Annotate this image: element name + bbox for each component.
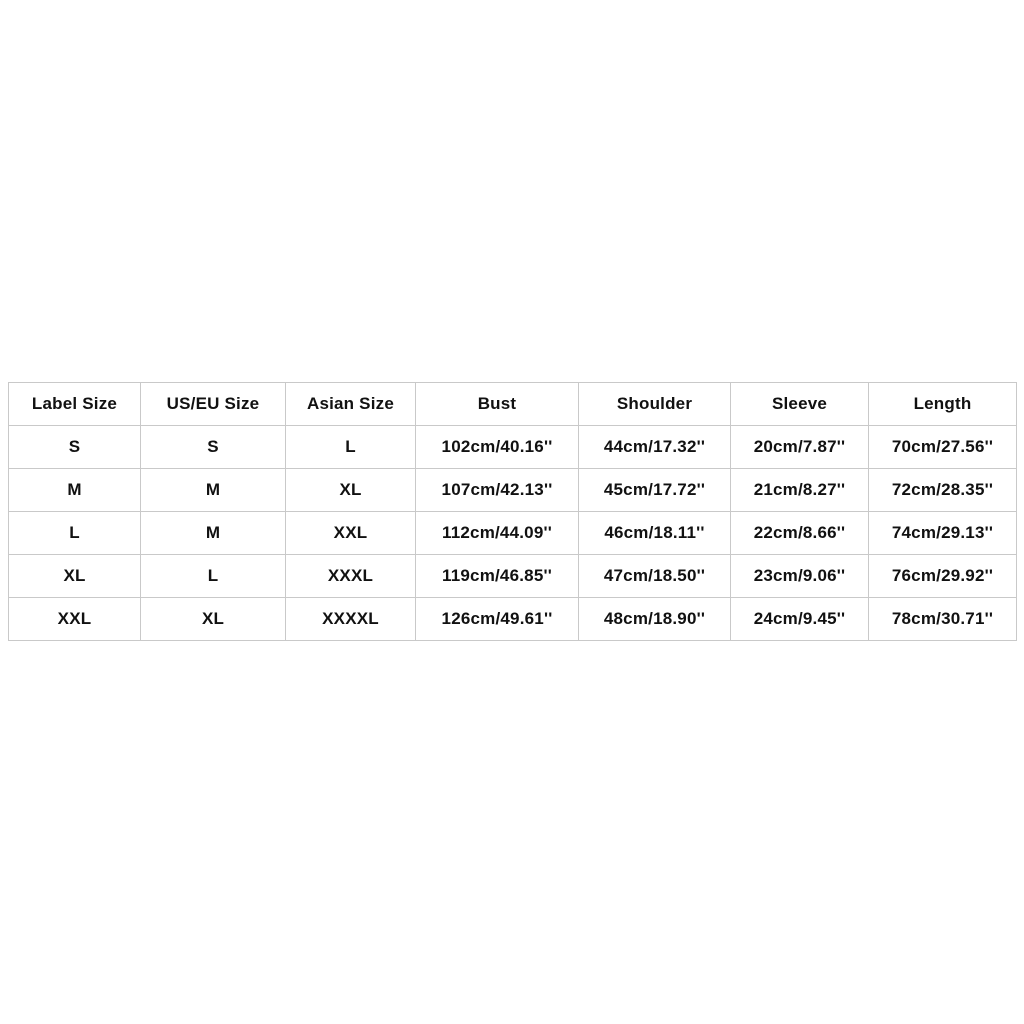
cell-us-eu-size: S (140, 425, 286, 469)
column-header-label-size: Label Size (8, 382, 141, 426)
table-row: M M XL 107cm/42.13'' 45cm/17.72'' 21cm/8… (8, 468, 1017, 512)
cell-asian-size: XXXXL (285, 597, 416, 641)
cell-sleeve: 20cm/7.87'' (730, 425, 869, 469)
cell-asian-size: XXXL (285, 554, 416, 598)
cell-length: 76cm/29.92'' (868, 554, 1017, 598)
cell-shoulder: 47cm/18.50'' (578, 554, 731, 598)
cell-length: 78cm/30.71'' (868, 597, 1017, 641)
column-header-asian-size: Asian Size (285, 382, 416, 426)
cell-asian-size: L (285, 425, 416, 469)
cell-length: 70cm/27.56'' (868, 425, 1017, 469)
cell-us-eu-size: L (140, 554, 286, 598)
cell-bust: 119cm/46.85'' (415, 554, 579, 598)
column-header-us-eu-size: US/EU Size (140, 382, 286, 426)
cell-shoulder: 44cm/17.32'' (578, 425, 731, 469)
cell-label-size: L (8, 511, 141, 555)
cell-sleeve: 23cm/9.06'' (730, 554, 869, 598)
table-row: L M XXL 112cm/44.09'' 46cm/18.11'' 22cm/… (8, 511, 1017, 555)
cell-length: 72cm/28.35'' (868, 468, 1017, 512)
column-header-length: Length (868, 382, 1017, 426)
cell-sleeve: 22cm/8.66'' (730, 511, 869, 555)
cell-length: 74cm/29.13'' (868, 511, 1017, 555)
table-row: XXL XL XXXXL 126cm/49.61'' 48cm/18.90'' … (8, 597, 1017, 641)
table-header-row: Label Size US/EU Size Asian Size Bust Sh… (8, 382, 1017, 426)
cell-sleeve: 21cm/8.27'' (730, 468, 869, 512)
size-chart-table: Label Size US/EU Size Asian Size Bust Sh… (8, 382, 1017, 641)
cell-label-size: M (8, 468, 141, 512)
table-row: S S L 102cm/40.16'' 44cm/17.32'' 20cm/7.… (8, 425, 1017, 469)
cell-us-eu-size: M (140, 511, 286, 555)
cell-us-eu-size: XL (140, 597, 286, 641)
cell-sleeve: 24cm/9.45'' (730, 597, 869, 641)
cell-asian-size: XL (285, 468, 416, 512)
size-chart-container: Label Size US/EU Size Asian Size Bust Sh… (8, 382, 1017, 641)
cell-asian-size: XXL (285, 511, 416, 555)
cell-label-size: S (8, 425, 141, 469)
column-header-bust: Bust (415, 382, 579, 426)
cell-label-size: XXL (8, 597, 141, 641)
cell-label-size: XL (8, 554, 141, 598)
column-header-sleeve: Sleeve (730, 382, 869, 426)
cell-shoulder: 48cm/18.90'' (578, 597, 731, 641)
table-header: Label Size US/EU Size Asian Size Bust Sh… (8, 382, 1017, 426)
cell-us-eu-size: M (140, 468, 286, 512)
column-header-shoulder: Shoulder (578, 382, 731, 426)
cell-bust: 107cm/42.13'' (415, 468, 579, 512)
cell-bust: 126cm/49.61'' (415, 597, 579, 641)
table-row: XL L XXXL 119cm/46.85'' 47cm/18.50'' 23c… (8, 554, 1017, 598)
cell-bust: 102cm/40.16'' (415, 425, 579, 469)
cell-shoulder: 45cm/17.72'' (578, 468, 731, 512)
cell-bust: 112cm/44.09'' (415, 511, 579, 555)
cell-shoulder: 46cm/18.11'' (578, 511, 731, 555)
table-body: S S L 102cm/40.16'' 44cm/17.32'' 20cm/7.… (8, 425, 1017, 641)
